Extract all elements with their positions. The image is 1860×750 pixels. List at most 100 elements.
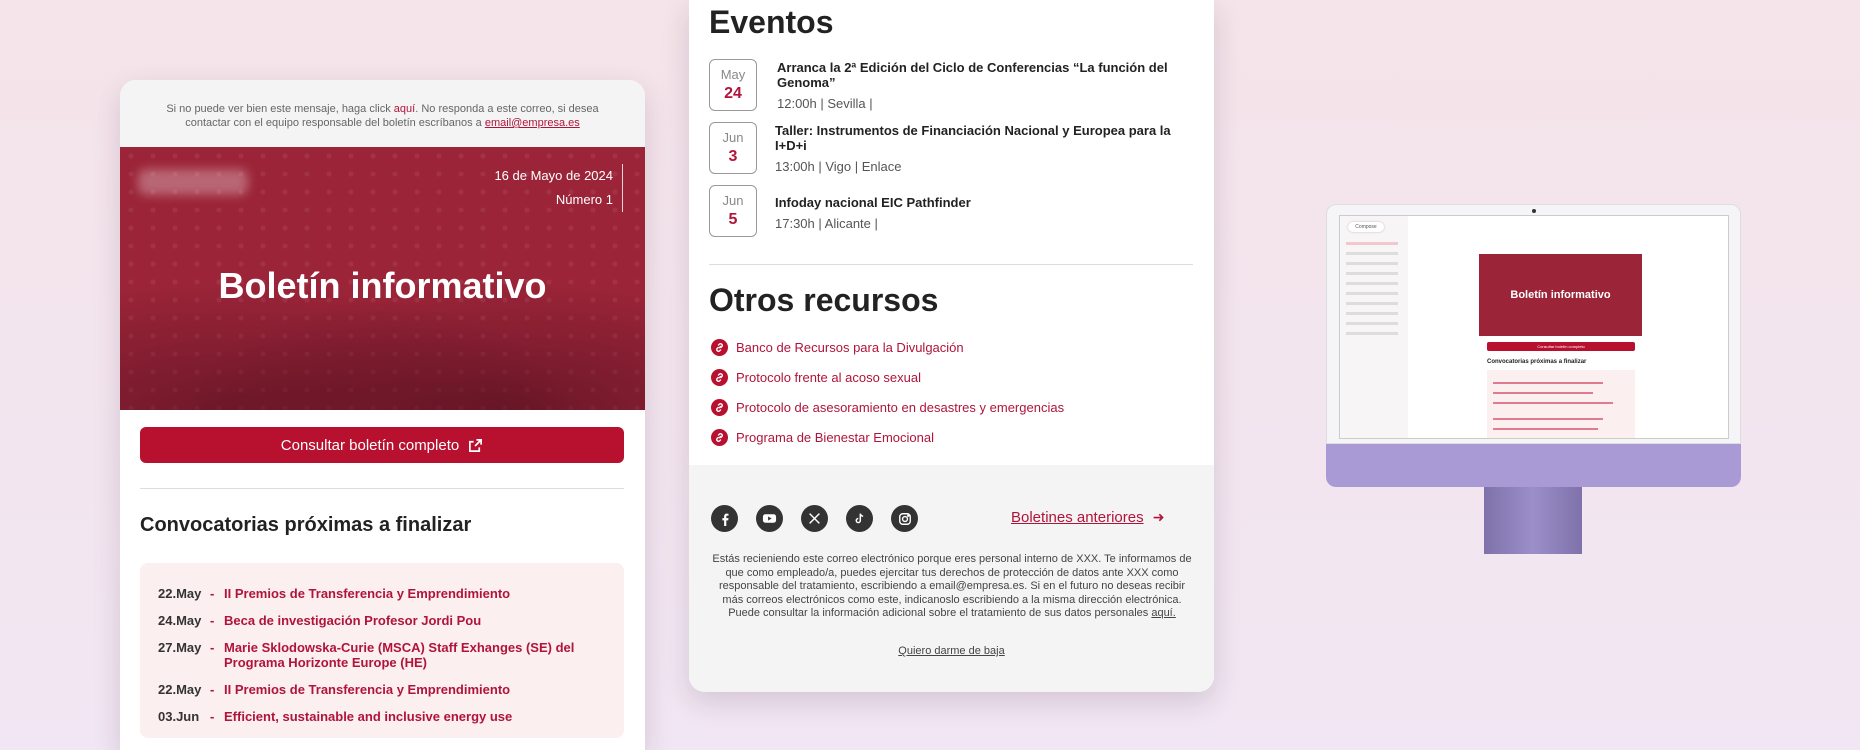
event-day: 5 [728, 211, 738, 228]
link-icon [711, 369, 728, 386]
sidebar-line [1346, 292, 1398, 295]
sidebar-line [1346, 302, 1398, 305]
convocatoria-item[interactable]: 24.May - Beca de investigación Profesor … [158, 613, 608, 628]
convocatoria-separator: - [210, 613, 215, 628]
link-icon [711, 429, 728, 446]
convocatoria-date: 03.Jun [158, 709, 200, 724]
event-info: 17:30h | Alicante | [775, 216, 878, 231]
tiktok-icon[interactable] [846, 505, 873, 532]
arrow-right-icon [1153, 513, 1164, 522]
resource-label[interactable]: Banco de Recursos para la Divulgación [736, 340, 964, 355]
newsletter-card-top: Si no puede ver bien este mensaje, haga … [120, 80, 645, 750]
convocatoria-item[interactable]: 22.May - II Premios de Transferencia y E… [158, 586, 608, 601]
convocatoria-item[interactable]: 22.May - II Premios de Transferencia y E… [158, 682, 608, 697]
event-title[interactable]: Taller: Instrumentos de Financiación Nac… [775, 123, 1175, 153]
convocatoria-date: 27.May [158, 640, 202, 655]
legal-notice: Estás recieniendo este correo electrónic… [709, 553, 1195, 621]
convocatoria-item[interactable]: 03.Jun - Efficient, sustainable and incl… [158, 709, 608, 724]
sidebar-line [1346, 272, 1398, 275]
instagram-icon[interactable] [891, 505, 918, 532]
mini-list-line [1493, 382, 1603, 384]
convocatoria-separator: - [210, 709, 215, 724]
previous-newsletters-label: Boletines anteriores [1011, 509, 1144, 526]
preheader: Si no puede ver bien este mensaje, haga … [120, 80, 645, 147]
previous-newsletters-link[interactable]: Boletines anteriores [1011, 509, 1165, 526]
convocatoria-title[interactable]: Efficient, sustainable and inclusive ene… [224, 709, 512, 724]
event-item[interactable]: May 24 Arranca la 2ª Edición del Ciclo d… [709, 59, 1179, 113]
privacy-info-link[interactable]: aquí. [1151, 607, 1175, 619]
sidebar-line [1346, 252, 1398, 255]
resource-link[interactable]: Protocolo frente al acoso sexual [711, 369, 921, 386]
convocatoria-date: 22.May [158, 682, 202, 697]
convocatorias-list: 22.May - II Premios de Transferencia y E… [140, 563, 624, 738]
event-date-box: May 24 [709, 59, 757, 111]
social-links [711, 505, 918, 532]
link-icon [711, 399, 728, 416]
convocatorias-heading: Convocatorias próximas a finalizar [140, 514, 472, 536]
issue-meta: 16 de Mayo de 2024 Número 1 [494, 164, 623, 212]
contact-email-link[interactable]: email@empresa.es [485, 117, 580, 129]
event-month: May [720, 67, 746, 82]
resource-link[interactable]: Programa de Bienestar Emocional [711, 429, 934, 446]
event-item[interactable]: Jun 3 Taller: Instrumentos de Financiaci… [709, 122, 1179, 176]
mini-list-line [1493, 428, 1598, 430]
event-month: Jun [722, 193, 744, 208]
event-info: 13:00h | Vigo | Enlace [775, 159, 902, 174]
convocatoria-item[interactable]: 27.May - Marie Sklodowska-Curie (MSCA) S… [158, 640, 608, 670]
email-client-sidebar: Compose [1340, 216, 1408, 438]
sidebar-line [1346, 312, 1398, 315]
mini-list-line [1493, 402, 1613, 404]
convocatoria-title[interactable]: II Premios de Transferencia y Emprendimi… [224, 586, 510, 601]
monitor-chin [1326, 444, 1741, 487]
view-full-newsletter-label: Consultar boletín completo [280, 436, 460, 454]
event-title[interactable]: Infoday nacional EIC Pathfinder [775, 195, 1175, 210]
resource-label[interactable]: Protocolo frente al acoso sexual [736, 370, 921, 385]
mini-list-line [1493, 418, 1603, 420]
convocatoria-title[interactable]: Beca de investigación Profesor Jordi Pou [224, 613, 481, 628]
issue-number: Número 1 [555, 192, 613, 207]
resources-heading: Otros recursos [709, 282, 939, 318]
convocatoria-title[interactable]: II Premios de Transferencia y Emprendimi… [224, 682, 510, 697]
external-link-icon [469, 438, 483, 452]
event-title[interactable]: Arranca la 2ª Edición del Ciclo de Confe… [777, 60, 1177, 90]
convocatoria-separator: - [210, 682, 215, 697]
resource-link[interactable]: Banco de Recursos para la Divulgación [711, 339, 964, 356]
preheader-text: Si no puede ver bien este mensaje, haga … [166, 103, 394, 115]
view-full-newsletter-button[interactable]: Consultar boletín completo [140, 427, 624, 463]
mini-newsletter-button: Consultar boletín completo [1487, 342, 1635, 351]
event-info: 12:00h | Sevilla | [777, 96, 873, 111]
facebook-icon[interactable] [711, 505, 738, 532]
mini-list-line [1493, 392, 1593, 394]
event-item[interactable]: Jun 5 Infoday nacional EIC Pathfinder 17… [709, 185, 1179, 239]
sidebar-line [1346, 282, 1398, 285]
youtube-icon[interactable] [756, 505, 783, 532]
link-icon [711, 339, 728, 356]
company-logo [138, 169, 248, 195]
convocatoria-separator: - [210, 586, 215, 601]
resource-link[interactable]: Protocolo de asesoramiento en desastres … [711, 399, 1064, 416]
events-heading: Eventos [709, 4, 834, 40]
event-date-box: Jun 3 [709, 122, 757, 174]
monitor-mockup: Compose Boletín informativo Consultar bo… [1326, 204, 1741, 554]
monitor-stand [1484, 487, 1582, 554]
convocatoria-title[interactable]: Marie Sklodowska-Curie (MSCA) Staff Exha… [224, 640, 584, 670]
compose-button[interactable]: Compose [1348, 222, 1384, 232]
monitor-camera [1532, 209, 1536, 213]
sidebar-line [1346, 242, 1398, 245]
newsletter-footer: Boletines anteriores Estás recieniendo e… [689, 465, 1214, 692]
issue-date: 16 de Mayo de 2024 [494, 168, 613, 183]
event-day: 3 [728, 148, 738, 165]
mini-newsletter-heading: Convocatorias próximas a finalizar [1487, 359, 1587, 365]
hero-banner: 16 de Mayo de 2024 Número 1 Boletín info… [120, 147, 645, 410]
resource-label[interactable]: Protocolo de asesoramiento en desastres … [736, 400, 1064, 415]
event-day: 24 [724, 85, 742, 102]
mini-newsletter-hero: Boletín informativo [1479, 254, 1642, 336]
event-date-box: Jun 5 [709, 185, 757, 237]
mini-convocatorias-list [1487, 370, 1635, 438]
unsubscribe-link[interactable]: Quiero darme de baja [689, 645, 1214, 657]
mini-newsletter-title: Boletín informativo [1510, 289, 1611, 301]
section-divider [140, 488, 624, 489]
x-icon[interactable] [801, 505, 828, 532]
view-online-link[interactable]: aquí [394, 103, 415, 115]
resource-label[interactable]: Programa de Bienestar Emocional [736, 430, 934, 445]
